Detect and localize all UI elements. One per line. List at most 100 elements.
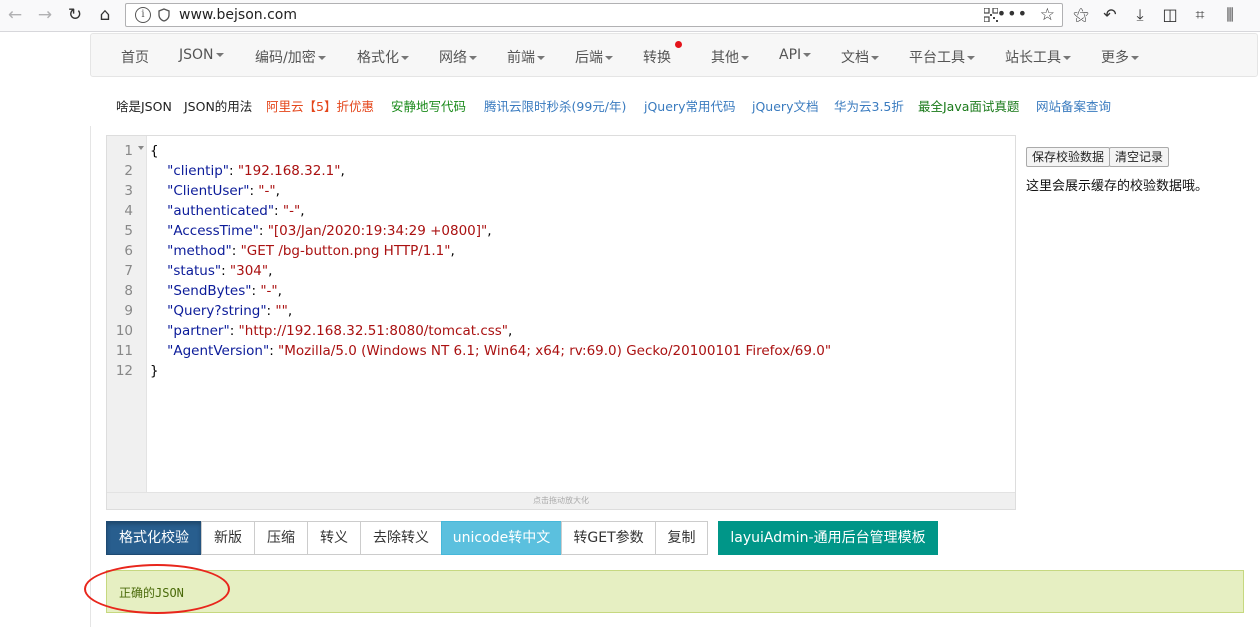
browser-toolbar: ← → ↻ ⌂ i www.bejson.com ••• ☆ ⚝ ↶ ⤓ ◫ ⌗… bbox=[0, 0, 1260, 32]
reload-icon[interactable]: ↻ bbox=[64, 4, 86, 26]
copy-button[interactable]: 复制 bbox=[655, 521, 708, 555]
forward-arrow-icon[interactable]: → bbox=[34, 4, 56, 26]
bookmark-star-icon[interactable]: ☆ bbox=[1040, 5, 1055, 25]
link-aliyun[interactable]: 阿里云【5】折优惠 bbox=[266, 96, 374, 115]
line-number: 6 bbox=[124, 243, 133, 259]
link-java-interview[interactable]: 最全Java面试真题 bbox=[918, 96, 1019, 115]
nav-item-json[interactable]: JSON bbox=[179, 47, 224, 63]
nav-item-frontend[interactable]: 前端 bbox=[507, 47, 545, 67]
line-number: 1 bbox=[124, 143, 133, 159]
hot-badge-icon bbox=[675, 41, 682, 48]
chevron-down-icon bbox=[1063, 56, 1071, 60]
line-number: 3 bbox=[124, 183, 133, 199]
back-arrow-icon[interactable]: ← bbox=[4, 4, 26, 26]
line-number: 7 bbox=[124, 263, 133, 279]
code-line: { bbox=[150, 143, 159, 159]
nav-item-other[interactable]: 其他 bbox=[711, 47, 749, 67]
link-jquery-docs[interactable]: jQuery文档 bbox=[752, 96, 818, 115]
code-line: "clientip": "192.168.32.1", bbox=[167, 163, 345, 179]
screenshot-crop-icon[interactable]: ⌗ bbox=[1189, 4, 1211, 26]
chevron-down-icon bbox=[967, 56, 975, 60]
escape-button[interactable]: 转义 bbox=[307, 521, 361, 555]
link-jquery-code[interactable]: jQuery常用代码 bbox=[644, 96, 735, 115]
chevron-down-icon bbox=[317, 56, 326, 60]
nav-item-network[interactable]: 网络 bbox=[439, 47, 477, 67]
nav-item-platform-tools[interactable]: 平台工具 bbox=[909, 47, 975, 67]
site-info-icon[interactable]: i bbox=[135, 7, 151, 23]
chevron-down-icon bbox=[215, 53, 224, 57]
validation-result: 正确的JSON bbox=[106, 570, 1244, 613]
code-line: "Query?string": "", bbox=[167, 303, 293, 319]
nav-item-encode[interactable]: 编码/加密 bbox=[255, 47, 326, 67]
home-icon[interactable]: ⌂ bbox=[94, 4, 116, 26]
code-line: "SendBytes": "-", bbox=[167, 283, 282, 299]
line-number: 4 bbox=[124, 203, 133, 219]
line-number-gutter: 1 2 3 4 5 6 7 8 9 10 11 12 bbox=[107, 136, 147, 493]
link-quiet-code[interactable]: 安静地写代码 bbox=[391, 96, 466, 115]
link-icp-lookup[interactable]: 网站备案查询 bbox=[1036, 96, 1111, 115]
chevron-down-icon bbox=[605, 56, 613, 60]
code-area[interactable]: { "clientip": "192.168.32.1", "ClientUse… bbox=[150, 136, 831, 379]
code-line: "AccessTime": "[03/Jan/2020:19:34:29 +08… bbox=[167, 223, 492, 239]
layuiadmin-promo-button[interactable]: layuiAdmin-通用后台管理模板 bbox=[718, 521, 938, 555]
nav-item-convert[interactable]: 转换 bbox=[643, 41, 682, 67]
nav-item-backend[interactable]: 后端 bbox=[575, 47, 613, 67]
compress-button[interactable]: 压缩 bbox=[254, 521, 308, 555]
undo-arrow-icon[interactable]: ↶ bbox=[1099, 4, 1121, 26]
line-number: 9 bbox=[124, 303, 133, 319]
link-what-is-json[interactable]: 啥是JSON bbox=[116, 96, 172, 115]
line-number: 10 bbox=[115, 323, 133, 339]
link-tencent-cloud[interactable]: 腾讯云限时秒杀(99元/年) bbox=[484, 96, 626, 115]
chevron-down-icon bbox=[803, 53, 812, 57]
chevron-down-icon bbox=[871, 56, 879, 60]
chevron-down-icon bbox=[469, 56, 477, 60]
link-huawei-cloud[interactable]: 华为云3.5折 bbox=[834, 96, 904, 115]
line-number: 2 bbox=[124, 163, 133, 179]
line-number: 8 bbox=[124, 283, 133, 299]
nav-item-home[interactable]: 首页 bbox=[121, 47, 149, 67]
format-validate-button[interactable]: 格式化校验 bbox=[106, 521, 202, 555]
new-version-button[interactable]: 新版 bbox=[201, 521, 255, 555]
nav-item-api[interactable]: API bbox=[779, 47, 812, 63]
pocket-icon[interactable]: ⚝ bbox=[1070, 4, 1092, 26]
url-text[interactable]: www.bejson.com bbox=[179, 7, 297, 23]
unicode-to-chinese-button[interactable]: unicode转中文 bbox=[441, 521, 562, 555]
code-line: "method": "GET /bg-button.png HTTP/1.1", bbox=[167, 243, 455, 259]
nav-item-more[interactable]: 更多 bbox=[1101, 47, 1139, 67]
chevron-down-icon bbox=[401, 56, 409, 60]
save-validation-data-button[interactable]: 保存校验数据 bbox=[1026, 147, 1111, 167]
nav-item-webmaster-tools[interactable]: 站长工具 bbox=[1005, 47, 1071, 67]
line-number: 12 bbox=[115, 363, 133, 379]
annotation-circle bbox=[84, 564, 230, 614]
clear-records-button[interactable]: 清空记录 bbox=[1109, 147, 1170, 167]
code-line: "partner": "http://192.168.32.51:8080/to… bbox=[167, 323, 513, 339]
content-divider bbox=[90, 126, 91, 627]
cache-note: 这里会展示缓存的校验数据哦。 bbox=[1026, 179, 1209, 194]
nav-item-format[interactable]: 格式化 bbox=[357, 47, 409, 67]
line-number: 5 bbox=[124, 223, 133, 239]
site-nav: 首页 JSON 编码/加密 格式化 网络 前端 后端 转换 其他 API 文档 … bbox=[90, 33, 1258, 77]
library-icon[interactable]: ⫼ bbox=[1219, 4, 1241, 26]
download-icon[interactable]: ⤓ bbox=[1129, 4, 1151, 26]
nav-item-docs[interactable]: 文档 bbox=[841, 47, 879, 67]
editor-resize-handle[interactable]: 点击拖动放大化 bbox=[107, 492, 1015, 509]
code-line: } bbox=[150, 363, 159, 379]
page-actions-icon[interactable]: ••• bbox=[997, 4, 1028, 23]
tracking-shield-icon[interactable] bbox=[158, 8, 170, 22]
quick-links-bar: 啥是JSON JSON的用法 阿里云【5】折优惠 安静地写代码 腾讯云限时秒杀(… bbox=[90, 82, 1258, 126]
to-get-params-button[interactable]: 转GET参数 bbox=[561, 521, 656, 555]
fold-toggle-icon[interactable] bbox=[138, 146, 144, 150]
chevron-down-icon bbox=[537, 56, 545, 60]
code-line: "authenticated": "-", bbox=[167, 203, 305, 219]
unescape-button[interactable]: 去除转义 bbox=[360, 521, 442, 555]
sidebar-icon[interactable]: ◫ bbox=[1159, 4, 1181, 26]
chevron-down-icon bbox=[1131, 56, 1139, 60]
line-number: 11 bbox=[115, 343, 133, 359]
code-line: "AgentVersion": "Mozilla/5.0 (Windows NT… bbox=[167, 343, 832, 359]
address-bar[interactable]: i www.bejson.com ••• ☆ bbox=[125, 3, 1063, 27]
link-json-usage[interactable]: JSON的用法 bbox=[184, 96, 252, 115]
code-line: "ClientUser": "-", bbox=[167, 183, 280, 199]
json-editor[interactable]: 1 2 3 4 5 6 7 8 9 10 11 12 { "clientip":… bbox=[106, 135, 1016, 510]
chevron-down-icon bbox=[741, 56, 749, 60]
code-line: "status": "304", bbox=[167, 263, 273, 279]
